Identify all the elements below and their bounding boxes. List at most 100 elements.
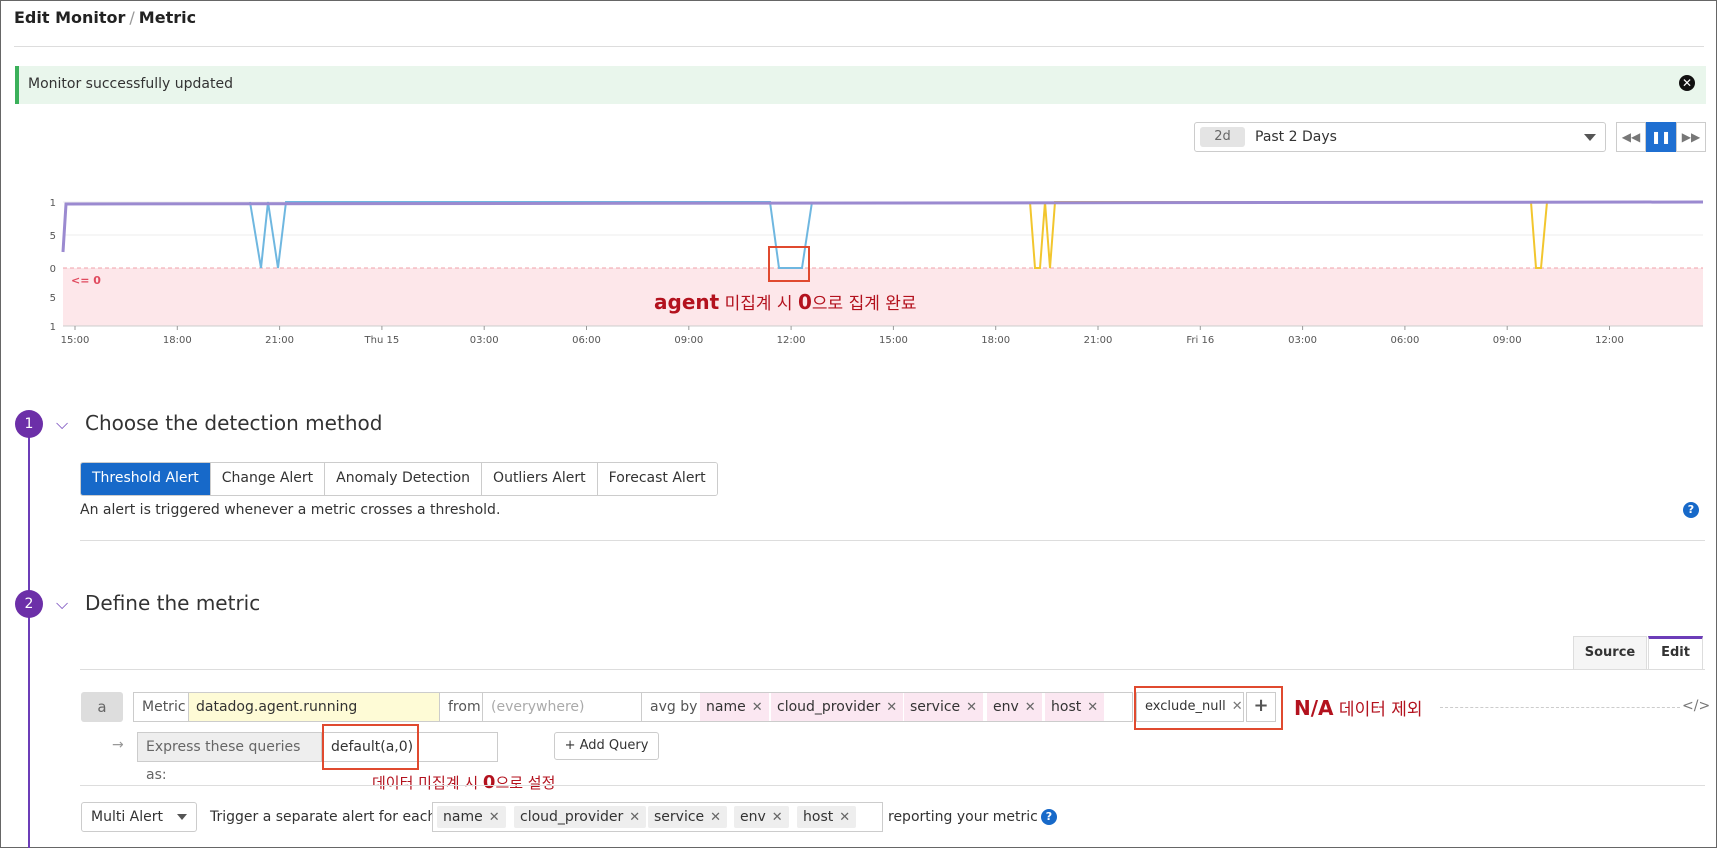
annotation-zero: 0 bbox=[797, 290, 812, 314]
trigger-tag-cloud-provider[interactable]: cloud_provider ✕ bbox=[514, 806, 647, 828]
express-label: Express these queries as: bbox=[137, 732, 322, 783]
annotation-box-default bbox=[322, 724, 419, 770]
annotation-na-text: 데이터 제외 bbox=[1333, 700, 1423, 720]
group-tag-host[interactable]: host ✕ bbox=[1045, 693, 1105, 721]
annotation-na-note: N/A 데이터 제외 bbox=[1294, 695, 1423, 720]
add-query-button[interactable]: + Add Query bbox=[554, 732, 659, 760]
from-label: from bbox=[448, 699, 481, 715]
step1-title: Choose the detection method bbox=[85, 411, 383, 435]
annotation-box-exclude bbox=[1134, 686, 1283, 730]
annotation-default-note: 데이터 미집계 시 0으로 설정 bbox=[372, 772, 555, 793]
trigger-tag-env[interactable]: env ✕ bbox=[734, 806, 789, 828]
trigger-tag-host[interactable]: host ✕ bbox=[797, 806, 857, 828]
trigger-tag-label: cloud_provider bbox=[520, 809, 624, 825]
series-line-main bbox=[61, 200, 1704, 253]
tab-forecast-alert[interactable]: Forecast Alert bbox=[597, 463, 717, 495]
trigger-tag-label: service bbox=[654, 809, 705, 825]
remove-icon[interactable]: ✕ bbox=[1087, 700, 1098, 715]
query-letter[interactable]: a bbox=[81, 692, 123, 722]
tab-outliers-alert[interactable]: Outliers Alert bbox=[482, 463, 598, 495]
help-icon[interactable]: ? bbox=[1041, 809, 1057, 825]
success-banner-text: Monitor successfully updated bbox=[28, 76, 233, 92]
annotation-chart-note: agent 미집계 시 0으로 집계 완료 bbox=[654, 289, 917, 314]
monitor-chart: 1 0.5 0 -0.5 -1 15:00 18:00 21:00 Thu 15 03:00 06… bbox=[50, 198, 1704, 346]
query-tabs-divider bbox=[80, 669, 1705, 670]
remove-icon[interactable]: ✕ bbox=[772, 810, 783, 825]
threshold-label: <= 0 bbox=[71, 274, 101, 287]
x-tick-label: 06:00 bbox=[1390, 335, 1419, 346]
group-tag-label: host bbox=[1051, 699, 1082, 715]
add-query-label: Add Query bbox=[579, 738, 649, 753]
remove-icon[interactable]: ✕ bbox=[710, 810, 721, 825]
tab-anomaly-detection[interactable]: Anomaly Detection bbox=[325, 463, 483, 495]
page-title: Edit Monitor / Metric bbox=[14, 8, 196, 27]
step1-number: 1 bbox=[15, 410, 43, 438]
close-icon[interactable]: ✕ bbox=[1679, 75, 1695, 91]
group-tag-env[interactable]: env ✕ bbox=[987, 693, 1042, 721]
time-range-label: Past 2 Days bbox=[1255, 129, 1337, 145]
annotation-text-end: 으로 집계 완료 bbox=[811, 294, 917, 314]
group-tag-label: cloud_provider bbox=[777, 699, 881, 715]
code-icon[interactable]: </> bbox=[1682, 698, 1710, 714]
metric-label: Metric bbox=[142, 699, 186, 715]
annotation-text: 미집계 시 bbox=[719, 294, 798, 314]
x-tick-label: 15:00 bbox=[61, 335, 90, 346]
x-tick-label: Fri 16 bbox=[1186, 335, 1214, 346]
x-tick-label: Thu 15 bbox=[364, 335, 400, 346]
pause-button[interactable]: ❚❚ bbox=[1646, 122, 1676, 152]
from-input[interactable]: (everywhere) bbox=[482, 693, 642, 721]
tab-source[interactable]: Source bbox=[1573, 636, 1647, 669]
trigger-tag-service[interactable]: service ✕ bbox=[648, 806, 728, 828]
tab-edit[interactable]: Edit bbox=[1648, 636, 1703, 669]
tab-threshold-alert[interactable]: Threshold Alert bbox=[81, 463, 211, 495]
remove-icon[interactable]: ✕ bbox=[489, 810, 500, 825]
chevron-down-icon[interactable]: ⌵ bbox=[56, 414, 68, 434]
metric-input[interactable]: datadog.agent.running bbox=[188, 693, 440, 721]
x-tick-label: 21:00 bbox=[265, 335, 294, 346]
x-tick-label: 18:00 bbox=[163, 335, 192, 346]
forward-icon: ▶▶ bbox=[1681, 130, 1701, 144]
chevron-down-icon bbox=[1584, 134, 1596, 141]
y-tick-label: 0 bbox=[50, 264, 56, 275]
dashed-guide bbox=[1440, 707, 1680, 708]
detection-description: An alert is triggered whenever a metric … bbox=[80, 502, 501, 518]
x-tick-label: 09:00 bbox=[674, 335, 703, 346]
trigger-tag-label: host bbox=[803, 809, 834, 825]
avg-by-label: avg by bbox=[650, 699, 698, 715]
step2-title: Define the metric bbox=[85, 591, 261, 615]
chevron-down-icon[interactable]: ⌵ bbox=[56, 594, 68, 614]
plus-icon: + bbox=[564, 738, 580, 753]
remove-icon[interactable]: ✕ bbox=[1025, 700, 1036, 715]
trigger-tag-name[interactable]: name ✕ bbox=[437, 806, 506, 828]
y-tick-label: -0.5 bbox=[50, 293, 56, 304]
remove-icon[interactable]: ✕ bbox=[966, 700, 977, 715]
help-icon[interactable]: ? bbox=[1683, 502, 1699, 518]
forward-button[interactable]: ▶▶ bbox=[1676, 122, 1706, 152]
group-tag-service[interactable]: service ✕ bbox=[904, 693, 984, 721]
section-divider bbox=[80, 540, 1705, 541]
breadcrumb-metric: Metric bbox=[138, 8, 197, 27]
remove-icon[interactable]: ✕ bbox=[839, 810, 850, 825]
x-tick-label: 12:00 bbox=[777, 335, 806, 346]
group-tag-cloud-provider[interactable]: cloud_provider ✕ bbox=[771, 693, 904, 721]
remove-icon[interactable]: ✕ bbox=[886, 700, 897, 715]
trigger-text: Trigger a separate alert for each bbox=[210, 809, 437, 825]
annotation-default-end: 으로 설정 bbox=[495, 774, 556, 792]
time-range-badge: 2d bbox=[1200, 127, 1245, 147]
tab-change-alert[interactable]: Change Alert bbox=[210, 463, 326, 495]
y-tick-label: 1 bbox=[50, 198, 56, 209]
remove-icon[interactable]: ✕ bbox=[629, 810, 640, 825]
x-tick-label: 12:00 bbox=[1595, 335, 1624, 346]
rewind-icon: ◀◀ bbox=[1621, 130, 1641, 144]
remove-icon[interactable]: ✕ bbox=[752, 700, 763, 715]
x-tick-label: 09:00 bbox=[1493, 335, 1522, 346]
chevron-down-icon bbox=[177, 814, 187, 820]
x-tick-label: 03:00 bbox=[1288, 335, 1317, 346]
group-tag-name[interactable]: name ✕ bbox=[700, 693, 769, 721]
annotation-agent: agent bbox=[654, 290, 720, 314]
y-tick-label: 0.5 bbox=[50, 231, 56, 242]
step1-line bbox=[28, 436, 30, 582]
breadcrumb-edit-monitor[interactable]: Edit Monitor bbox=[14, 8, 125, 27]
rewind-button[interactable]: ◀◀ bbox=[1616, 122, 1646, 152]
trigger-tag-label: env bbox=[740, 809, 766, 825]
